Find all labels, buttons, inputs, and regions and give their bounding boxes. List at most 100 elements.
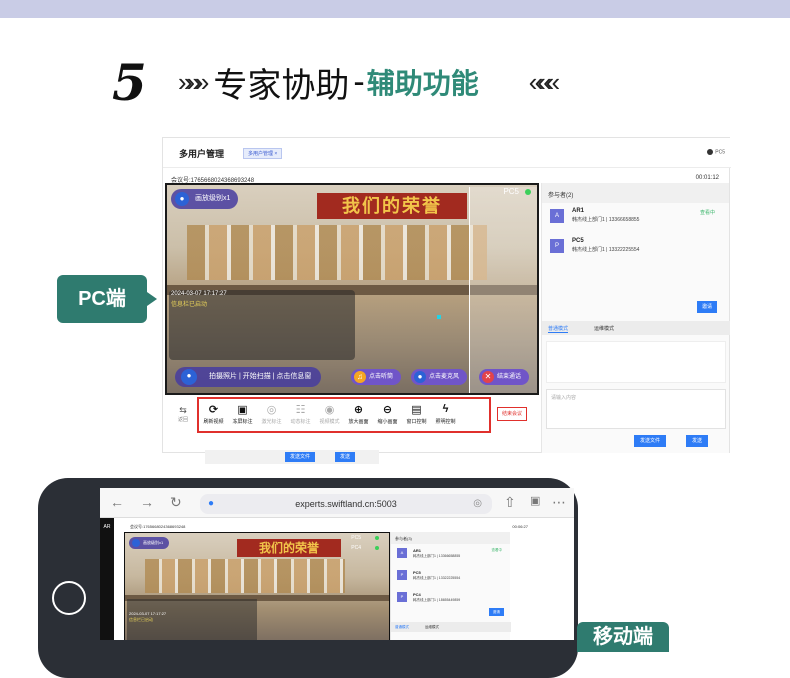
tool-label: 放大画面 [348,419,369,425]
tab-normal-mode[interactable]: 普通模式 [548,325,569,333]
home-button-icon [52,581,86,615]
reload-icon[interactable]: ↻ [170,494,182,511]
tab-normal-mode[interactable]: 普通模式 [395,625,409,630]
browser-toolbar: ← → ↻ ● experts.swiftland.cn:5003 ◎ ⇧ ▣ … [100,488,574,518]
tab-remote-mode[interactable]: 运维模式 [425,625,439,630]
invite-button[interactable]: 邀请 [489,608,504,616]
tabs-icon[interactable]: ▣ [530,494,540,507]
mobile-label-tag: 移动端 [577,622,669,652]
participant-dept: 韩杰线上部门1 | 13366658855 [413,554,461,558]
tool-zoom-in[interactable]: ⊕ 放大画面 [344,399,373,431]
mobile-video-feed[interactable]: 我们的荣誉 PC5 PC4 画放级别x1 2024-03-07 17:17:27… [124,532,390,640]
participant-row[interactable]: P PC4 韩杰线上部门1 | 18655449859 [391,588,510,610]
participant-status: 查看中 [491,548,503,552]
tool-window-control[interactable]: ▤ 窗口控制 [402,399,431,431]
lightning-icon: ϟ [442,403,449,415]
mobile-sidebar: AR [100,518,114,640]
participant-name: PC4 [413,592,421,597]
participants-panel: 参与者(2) A AR1 韩杰线上部门1 | 13366658855 查看中 P… [541,183,730,453]
chevrons-left-icon: ««« [528,66,560,97]
address-bar[interactable]: ● experts.swiftland.cn:5003 ◎ [200,494,492,514]
assist-tools-highlight: ⟳ 刷新视频 ▣ 冻屏标注 ◎ 激光标注 ☷ 动态标注 ◉ 视频模式 ⊕ 放大画面 ⊖ 缩小画… [197,397,491,433]
chevrons-right-icon: »»» [178,66,209,97]
video-feed[interactable]: 我们的荣誉 PC5 ● 画放级别x1 2024-03-07 17:17:27 信息… [165,183,539,395]
online-dot-icon [375,546,379,550]
info-status: 信息栏已启动 [129,617,153,622]
tool-freeze-annotate[interactable]: ▣ 冻屏标注 [228,399,257,431]
send-button-bottom[interactable]: 发送 [335,452,356,462]
end-meeting-button[interactable]: 结束会议 [497,407,528,421]
user-name: PC5 [715,149,725,156]
tool-dynamic-annotate[interactable]: ☷ 动态标注 [286,399,315,431]
end-call-label: 结束通话 [497,374,522,380]
avatar: P [397,570,407,580]
tool-refresh-video[interactable]: ⟳ 刷新视频 [199,399,228,431]
tool-lighting-control[interactable]: ϟ 照明控制 [431,399,460,431]
tool-label: 视频模式 [319,419,340,425]
user-menu[interactable]: PC5 [707,149,725,155]
tool-zoom-out[interactable]: ⊖ 缩小画面 [373,399,402,431]
top-accent-bar [0,0,790,18]
voice-icon: ● [181,369,197,385]
invite-button[interactable]: 邀请 [696,301,717,313]
title-separator: - [353,62,365,101]
tool-video-mode[interactable]: ◉ 视频模式 [315,399,344,431]
zoom-out-icon: ⊖ [382,404,393,416]
participant-name: PC5 [572,238,584,244]
certificate-wall [187,225,487,280]
send-button[interactable]: 发送 [686,435,709,447]
participant-dept: 韩杰线上部门1 | 13366658855 [572,217,640,223]
tool-laser-annotate[interactable]: ◎ 激光标注 [257,399,286,431]
section-title: 专家协助 [213,66,350,105]
online-dot-icon [375,536,379,540]
participant-row[interactable]: P PC5 韩杰线上部门1 | 13322225554 [542,233,729,263]
message-input[interactable]: 请输入内容 [546,389,726,429]
pip-frame [469,187,537,393]
tool-label: 冻屏标注 [232,419,253,425]
call-timer: 00:01:12 [695,175,719,181]
capture-hint-label: 拍摄照片 | 开始扫描 | 点击信息窗 [209,373,312,380]
share-icon[interactable]: ⇧ [504,494,516,511]
microphone-button[interactable]: ● 点击麦克风 [411,369,468,385]
participant-row[interactable]: A AR1 韩杰线上部门1 | 13366658855 查看中 [542,203,729,233]
scale-pill[interactable]: ● 画放级别x1 [171,189,239,209]
tab-remote-mode[interactable]: 运维模式 [594,325,614,332]
window-icon: ▤ [411,404,422,416]
pc-label-tag: PC端 [57,275,157,323]
tool-label: 动态标注 [290,419,311,425]
microphone-icon: ● [414,371,426,383]
section-number: 5 [112,52,147,112]
capture-hint-pill[interactable]: ● 拍摄照片 | 开始扫描 | 点击信息窗 [175,367,322,387]
participant-name: AR1 [413,548,422,553]
tool-label: 缩小画面 [377,419,398,425]
end-call-button[interactable]: ✕ 结束通话 [479,369,530,385]
chat-area [546,341,726,383]
app-header: 多用户管理 多用户管理 × PC5 [163,138,731,168]
back-button[interactable]: ⇆ 返回 [171,405,195,423]
forward-icon[interactable]: → [140,494,154,510]
scale-pill[interactable]: 画放级别x1 [129,537,170,549]
listen-button[interactable]: ♫ 点击听筒 [351,369,402,385]
url-text: experts.swiftland.cn:5003 [295,499,397,509]
feed-label: PC5 [351,535,361,541]
tab-multi-user[interactable]: 多用户管理 × [243,148,283,159]
more-icon[interactable]: ⋯ [552,494,566,511]
phone-screen: ← → ↻ ● experts.swiftland.cn:5003 ◎ ⇧ ▣ … [100,488,574,640]
zoom-in-icon: ⊕ [353,404,364,416]
participant-dept: 韩杰线上部门1 | 13322225554 [572,247,640,253]
send-file-button[interactable]: 发送文件 [634,435,667,447]
participant-status: 查看中 [699,210,715,216]
participant-row[interactable]: P PC5 韩杰线上部门1 | 13322225554 [391,566,510,588]
laser-pointer-icon [437,315,441,319]
section-heading: 5 »»» 专家协助 - 辅助功能 ««« [112,52,560,112]
tool-label: 窗口控制 [406,419,427,425]
send-file-button-bottom[interactable]: 发送文件 [285,452,316,462]
honor-banner: 我们的荣誉 [317,193,467,219]
side-label: AR [103,524,111,530]
pc-screenshot: 多用户管理 多用户管理 × PC5 会议号:176566802436869324… [162,137,731,464]
participant-row[interactable]: A AR1 韩杰线上部门1 | 13366658855 查看中 [391,544,510,566]
bottom-strip: 发送文件 发送 [205,450,379,464]
certificate-wall [145,559,345,593]
back-icon[interactable]: ← [110,494,124,510]
feed-label: PC5 [503,187,519,196]
